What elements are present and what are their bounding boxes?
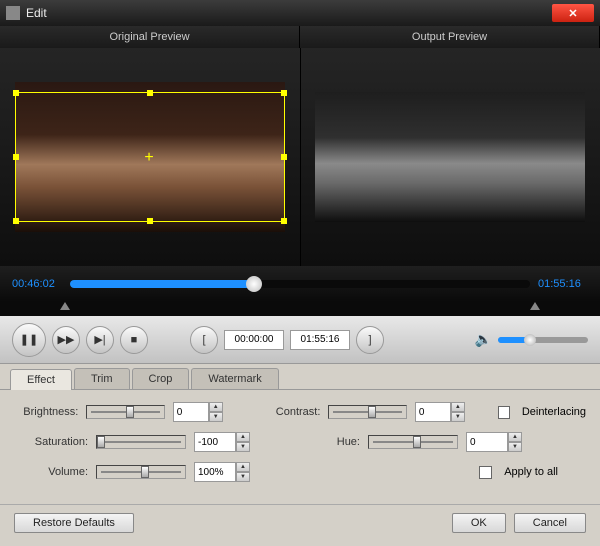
total-time: 01:55:16 — [538, 278, 588, 290]
brightness-spinner[interactable]: ▲▼ — [173, 402, 223, 422]
progress-bar[interactable] — [70, 280, 530, 288]
set-start-button[interactable]: [ — [190, 326, 218, 354]
saturation-down[interactable]: ▼ — [236, 442, 250, 452]
saturation-slider[interactable] — [96, 435, 186, 449]
playback-controls: ❚❚ ▶▶ ▶| ■ [ ] 🔈 — [0, 316, 600, 364]
tab-watermark[interactable]: Watermark — [191, 368, 278, 389]
crop-handle-tr[interactable] — [281, 90, 287, 96]
volume-icon[interactable]: 🔈 — [475, 331, 492, 348]
crop-handle-tc[interactable] — [147, 90, 153, 96]
trim-markers — [0, 302, 600, 316]
stop-icon: ■ — [131, 334, 138, 346]
volume-slider-effect[interactable] — [96, 465, 186, 479]
hue-down[interactable]: ▼ — [508, 442, 522, 452]
contrast-down[interactable]: ▼ — [451, 412, 465, 422]
saturation-up[interactable]: ▲ — [236, 432, 250, 442]
saturation-spinner[interactable]: ▲▼ — [194, 432, 250, 452]
fast-forward-button[interactable]: ▶▶ — [52, 326, 80, 354]
stop-button[interactable]: ■ — [120, 326, 148, 354]
contrast-label: Contrast: — [256, 406, 320, 418]
crop-handle-br[interactable] — [281, 218, 287, 224]
footer: Restore Defaults OK Cancel — [0, 504, 600, 541]
contrast-up[interactable]: ▲ — [451, 402, 465, 412]
window-title: Edit — [26, 6, 552, 20]
crop-handle-ml[interactable] — [13, 154, 19, 160]
app-icon — [6, 6, 20, 20]
progress-thumb[interactable] — [246, 276, 262, 292]
brightness-thumb[interactable] — [126, 406, 134, 418]
deinterlacing-label: Deinterlacing — [522, 406, 586, 418]
crop-box[interactable]: + — [15, 92, 285, 222]
crop-handle-tl[interactable] — [13, 90, 19, 96]
next-button[interactable]: ▶| — [86, 326, 114, 354]
volume-down[interactable]: ▼ — [236, 472, 250, 482]
original-video-frame: + — [15, 82, 285, 232]
next-icon: ▶| — [94, 333, 105, 346]
bracket-right-icon: ] — [368, 334, 371, 346]
volume-spinner[interactable]: ▲▼ — [194, 462, 250, 482]
saturation-thumb[interactable] — [97, 436, 105, 448]
hue-slider[interactable] — [368, 435, 458, 449]
contrast-thumb[interactable] — [368, 406, 376, 418]
saturation-label: Saturation: — [14, 436, 88, 448]
close-icon: ✕ — [568, 7, 577, 20]
crop-handle-mr[interactable] — [281, 154, 287, 160]
tab-crop[interactable]: Crop — [132, 368, 190, 389]
volume-up[interactable]: ▲ — [236, 462, 250, 472]
original-preview-header: Original Preview — [0, 26, 300, 48]
output-preview-header: Output Preview — [300, 26, 600, 48]
preview-area: + — [0, 48, 600, 266]
original-preview-pane[interactable]: + — [0, 48, 301, 266]
titlebar: Edit ✕ — [0, 0, 600, 26]
volume-thumb[interactable] — [524, 334, 536, 346]
trim-end-input[interactable] — [290, 330, 350, 350]
trim-start-input[interactable] — [224, 330, 284, 350]
pause-button[interactable]: ❚❚ — [12, 323, 46, 357]
trim-marker-end[interactable] — [530, 302, 540, 310]
output-video-frame — [315, 92, 585, 222]
brightness-slider[interactable] — [86, 405, 164, 419]
ok-button[interactable]: OK — [452, 513, 506, 533]
crop-handle-bl[interactable] — [13, 218, 19, 224]
crop-center-crosshair[interactable]: + — [144, 149, 153, 167]
trim-marker-start[interactable] — [60, 302, 70, 310]
deinterlacing-checkbox[interactable] — [498, 406, 510, 419]
tabs: Effect Trim Crop Watermark — [0, 364, 600, 390]
cancel-button[interactable]: Cancel — [514, 513, 586, 533]
pause-icon: ❚❚ — [20, 333, 38, 346]
current-time: 00:46:02 — [12, 278, 62, 290]
crop-handle-bc[interactable] — [147, 218, 153, 224]
output-preview-pane — [301, 48, 600, 266]
contrast-value[interactable] — [415, 402, 451, 422]
close-button[interactable]: ✕ — [552, 4, 594, 22]
tab-trim[interactable]: Trim — [74, 368, 130, 389]
volume-thumb-effect[interactable] — [141, 466, 149, 478]
bracket-left-icon: [ — [202, 334, 205, 346]
volume-label: Volume: — [14, 466, 88, 478]
volume-slider[interactable] — [498, 337, 588, 343]
fast-forward-icon: ▶▶ — [58, 333, 75, 346]
effects-panel: Brightness: ▲▼ Contrast: ▲▼ Deinterlacin… — [0, 390, 600, 504]
brightness-up[interactable]: ▲ — [209, 402, 223, 412]
restore-defaults-button[interactable]: Restore Defaults — [14, 513, 134, 533]
contrast-spinner[interactable]: ▲▼ — [415, 402, 465, 422]
volume-value[interactable] — [194, 462, 236, 482]
hue-thumb[interactable] — [413, 436, 421, 448]
preview-headers: Original Preview Output Preview — [0, 26, 600, 48]
saturation-value[interactable] — [194, 432, 236, 452]
hue-up[interactable]: ▲ — [508, 432, 522, 442]
progress-fill — [70, 280, 254, 288]
hue-value[interactable] — [466, 432, 508, 452]
hue-label: Hue: — [286, 436, 360, 448]
timeline: 00:46:02 01:55:16 — [0, 266, 600, 302]
contrast-slider[interactable] — [328, 405, 406, 419]
brightness-label: Brightness: — [14, 406, 78, 418]
apply-all-label: Apply to all — [504, 466, 558, 478]
brightness-value[interactable] — [173, 402, 209, 422]
set-end-button[interactable]: ] — [356, 326, 384, 354]
brightness-down[interactable]: ▼ — [209, 412, 223, 422]
apply-all-checkbox[interactable] — [479, 466, 492, 479]
tab-effect[interactable]: Effect — [10, 369, 72, 390]
hue-spinner[interactable]: ▲▼ — [466, 432, 522, 452]
